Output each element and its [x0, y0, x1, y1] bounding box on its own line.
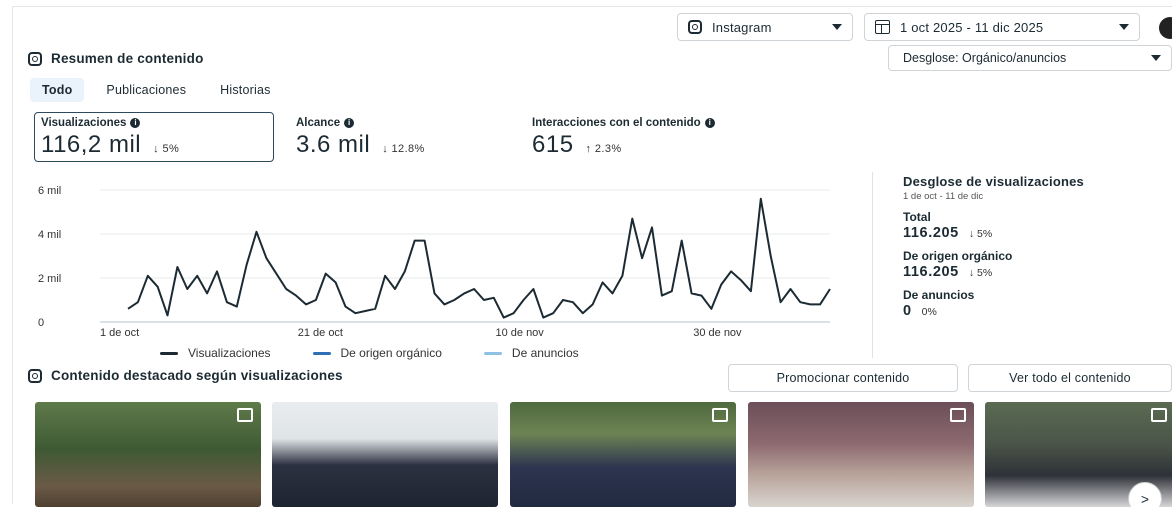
- breakdown-dropdown[interactable]: Desglose: Orgánico/anuncios: [888, 45, 1172, 71]
- promote-content-button[interactable]: Promocionar contenido: [728, 364, 958, 392]
- y-tick-label: 2 mil: [38, 273, 61, 285]
- date-range-dropdown[interactable]: 1 oct 2025 - 11 dic 2025: [864, 13, 1140, 41]
- account-dropdown-label: Instagram: [712, 19, 772, 35]
- featured-post-thumbnail[interactable]: [272, 402, 498, 507]
- instagram-icon: [688, 20, 702, 34]
- content-tabs: Todo Publicaciones Historias: [30, 78, 283, 102]
- views-breakdown-panel: Desglose de visualizaciones 1 de oct - 1…: [903, 174, 1168, 319]
- metric-label: Alcance i: [296, 117, 425, 129]
- metric-card-interacciones[interactable]: Interacciones con el contenido i 615 ↑ 2…: [532, 117, 715, 165]
- featured-post-thumbnail[interactable]: [748, 402, 974, 507]
- metric-value: 116,2 mil: [41, 131, 142, 158]
- view-all-content-button[interactable]: Ver todo el contenido: [968, 364, 1172, 392]
- legend-swatch: [312, 351, 331, 355]
- legend-item-visualizaciones[interactable]: Visualizaciones: [160, 346, 271, 360]
- featured-title: Contenido destacado según visualizacione…: [28, 368, 343, 383]
- breakdown-item-value: 116.205: [903, 264, 959, 280]
- y-tick-label: 6 mil: [38, 185, 61, 197]
- breakdown-title: Desglose de visualizaciones: [903, 174, 1084, 189]
- tab-publicaciones[interactable]: Publicaciones: [94, 78, 198, 102]
- legend-item-organico[interactable]: De origen orgánico: [312, 346, 442, 360]
- featured-post-thumbnail[interactable]: [510, 402, 736, 507]
- breakdown-item-label: De anuncios: [903, 288, 975, 302]
- metric-value: 3.6 mil: [296, 131, 371, 158]
- featured-post-thumbnail[interactable]: [35, 402, 261, 507]
- legend-label: De anuncios: [511, 346, 579, 360]
- breakdown-item-row: 116.205 ↓ 5%: [903, 264, 1168, 280]
- y-tick-label: 4 mil: [38, 229, 61, 241]
- account-dropdown[interactable]: Instagram: [677, 13, 853, 41]
- date-range-label: 1 oct 2025 - 11 dic 2025: [900, 19, 1044, 35]
- y-tick-label: 0: [38, 317, 44, 329]
- instagram-icon: [28, 51, 42, 66]
- metric-card-visualizaciones[interactable]: Visualizaciones i 116,2 mil ↓ 5%: [34, 112, 274, 162]
- metric-delta: ↓ 12.8%: [382, 143, 425, 155]
- tab-todo[interactable]: Todo: [30, 78, 85, 102]
- info-icon[interactable]: i: [704, 118, 715, 128]
- carousel-icon: [237, 408, 253, 422]
- legend-label: De origen orgánico: [340, 346, 442, 360]
- x-tick-label: 21 de oct: [298, 327, 343, 339]
- chart-legend: Visualizaciones De origen orgánico De an…: [160, 346, 579, 360]
- carousel-icon: [950, 408, 966, 422]
- breakdown-item-row: 0 0%: [903, 303, 1168, 319]
- metric-label: Interacciones con el contenido i: [532, 117, 715, 129]
- breakdown-item-anuncios: De anuncios 0 0%: [903, 288, 1168, 319]
- info-icon[interactable]: i: [344, 118, 355, 128]
- legend-item-anuncios[interactable]: De anuncios: [483, 346, 579, 360]
- caret-down-icon: [1119, 24, 1129, 30]
- breakdown-item-label: De origen orgánico: [903, 249, 1013, 263]
- metric-card-alcance[interactable]: Alcance i 3.6 mil ↓ 12.8%: [296, 117, 425, 165]
- metric-label-text: Alcance: [296, 117, 341, 129]
- breakdown-subtitle: 1 de oct - 11 de dic: [903, 191, 984, 202]
- metric-label-text: Interacciones con el contenido: [532, 117, 701, 129]
- info-icon[interactable]: i: [130, 118, 141, 128]
- overview-title: Resumen de contenido: [28, 51, 204, 66]
- metric-label-text: Visualizaciones: [41, 117, 127, 129]
- carousel-icon: [1151, 408, 1167, 422]
- breakdown-item-value: 116.205: [903, 225, 959, 241]
- x-tick-label: 30 de nov: [693, 327, 742, 339]
- metric-label: Visualizaciones i: [41, 117, 267, 129]
- breakdown-item-delta: ↓ 5%: [968, 267, 993, 279]
- metric-delta: ↓ 5%: [153, 143, 180, 155]
- metric-value: 615: [532, 131, 574, 158]
- panel-divider: [872, 172, 873, 358]
- breakdown-item-total: Total 116.205 ↓ 5%: [903, 210, 1168, 241]
- metric-delta: ↑ 2.3%: [585, 143, 622, 155]
- breakdown-item-organico: De origen orgánico 116.205 ↓ 5%: [903, 249, 1168, 280]
- breakdown-item-row: 116.205 ↓ 5%: [903, 225, 1168, 241]
- legend-swatch: [483, 351, 502, 355]
- metric-row: 615 ↑ 2.3%: [532, 131, 715, 159]
- breakdown-item-delta: ↓ 5%: [968, 228, 993, 240]
- breakdown-item-label: Total: [903, 210, 931, 224]
- metric-row: 3.6 mil ↓ 12.8%: [296, 131, 425, 159]
- legend-label: Visualizaciones: [188, 346, 271, 360]
- legend-swatch: [160, 351, 178, 355]
- calendar-icon: [875, 20, 890, 34]
- breakdown-item-delta: 0%: [921, 306, 937, 318]
- featured-title-text: Contenido destacado según visualizacione…: [51, 368, 343, 383]
- caret-down-icon: [832, 24, 842, 30]
- chart-svg: 6 mil 4 mil 2 mil 0 1 de oct 21 de oct 10 de n…: [38, 185, 831, 339]
- caret-down-icon: [1151, 55, 1161, 61]
- overview-title-text: Resumen de contenido: [51, 51, 204, 66]
- series-line-visualizaciones: [127, 197, 831, 319]
- views-line-chart: 6 mil 4 mil 2 mil 0 1 de oct 21 de oct 10 de n…: [30, 172, 860, 362]
- x-tick-label: 1 de oct: [100, 327, 139, 339]
- breakdown-dropdown-label: Desglose: Orgánico/anuncios: [903, 51, 1067, 65]
- breakdown-item-value: 0: [903, 303, 912, 319]
- instagram-icon: [28, 368, 42, 383]
- tab-historias[interactable]: Historias: [208, 78, 282, 102]
- carousel-icon: [712, 408, 728, 422]
- metric-row: 116,2 mil ↓ 5%: [41, 131, 267, 159]
- x-tick-label: 10 de nov: [495, 327, 544, 339]
